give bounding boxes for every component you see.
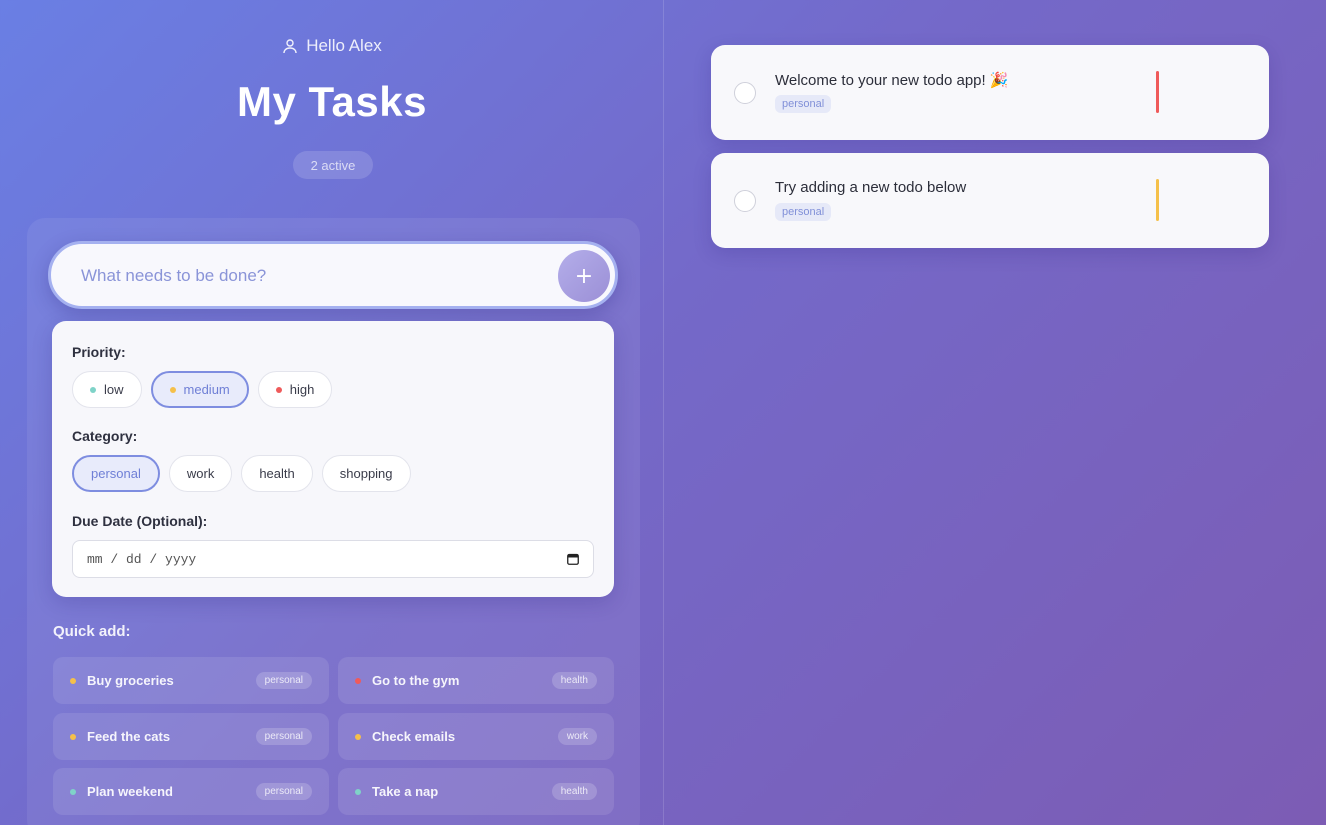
quick-add-label: Take a nap — [372, 784, 439, 799]
priority-low-dot — [90, 386, 96, 393]
priority-high-label: high — [289, 382, 315, 397]
priority-dot — [70, 733, 76, 740]
quick-add-tag: health — [551, 672, 597, 689]
quick-add-tag: personal — [255, 672, 312, 689]
due-date-placeholder: mm / dd / yyyy — [87, 551, 197, 567]
category-options: personal work health shopping — [72, 455, 411, 492]
priority-dot — [355, 677, 361, 684]
quick-add-label: Go to the gym — [372, 673, 460, 688]
todo-category-tag: personal — [775, 95, 832, 113]
active-count-badge: 2 active — [293, 151, 373, 179]
quick-add-label: Check emails — [372, 729, 456, 744]
todo-input-wrapper: + — [48, 241, 618, 309]
quick-add-label: Buy groceries — [87, 673, 174, 688]
priority-high-chip[interactable]: high — [257, 371, 333, 408]
priority-low-chip[interactable]: low — [72, 371, 142, 408]
quick-add-item[interactable]: Plan weekend personal — [53, 768, 329, 815]
priority-label: Priority: — [72, 344, 126, 360]
quick-add-item[interactable]: Feed the cats personal — [53, 713, 329, 760]
quick-add-item[interactable]: Check emails work — [338, 713, 614, 760]
add-todo-button[interactable]: + — [558, 250, 610, 302]
priority-high-dot — [275, 386, 282, 393]
quick-add-item[interactable]: Go to the gym health — [338, 657, 614, 704]
category-personal-label: personal — [91, 466, 141, 481]
category-personal-chip[interactable]: personal — [72, 455, 160, 492]
quick-add-label: Feed the cats — [87, 729, 171, 744]
priority-low-label: low — [104, 382, 124, 397]
priority-dot — [355, 788, 361, 795]
quick-add-item[interactable]: Buy groceries personal — [53, 657, 329, 704]
todo-input[interactable] — [81, 262, 541, 290]
priority-indicator — [1156, 71, 1159, 113]
task-options-card: Priority: low medium high Category: pers… — [52, 321, 614, 597]
quick-add-item[interactable]: Take a nap health — [338, 768, 614, 815]
category-work-chip[interactable]: work — [168, 455, 233, 492]
greeting: Hello Alex — [0, 36, 664, 56]
priority-medium-dot — [169, 386, 176, 393]
quick-add-label: Plan weekend — [87, 784, 173, 799]
todo-text: Try adding a new todo below — [775, 179, 967, 196]
page-title: My Tasks — [237, 78, 427, 125]
priority-dot — [355, 733, 361, 740]
calendar-icon[interactable] — [567, 553, 579, 565]
quick-add-tag: work — [557, 728, 597, 745]
category-work-label: work — [186, 466, 215, 481]
quick-add-title: Quick add: — [53, 623, 131, 640]
priority-medium-label: medium — [183, 382, 230, 397]
todo-card[interactable]: Welcome to your new todo app! 🎉 personal — [711, 45, 1269, 140]
category-label: Category: — [72, 428, 138, 444]
priority-medium-chip[interactable]: medium — [150, 371, 249, 408]
todo-text: Welcome to your new todo app! 🎉 — [775, 72, 1009, 89]
category-health-label: health — [259, 466, 295, 481]
todo-checkbox[interactable] — [734, 82, 756, 104]
quick-add-tag: personal — [255, 728, 312, 745]
priority-indicator — [1156, 179, 1159, 221]
due-date-label: Due Date (Optional): — [72, 513, 208, 529]
quick-add-tag: health — [551, 783, 597, 800]
priority-dot — [70, 677, 76, 684]
todo-category-tag: personal — [775, 203, 832, 221]
greeting-text: Hello Alex — [306, 36, 382, 55]
priority-dot — [70, 788, 76, 795]
priority-options: low medium high — [72, 371, 333, 408]
todo-checkbox[interactable] — [734, 190, 756, 212]
plus-icon: + — [574, 263, 594, 289]
due-date-input[interactable]: mm / dd / yyyy — [72, 540, 594, 578]
category-shopping-chip[interactable]: shopping — [321, 455, 411, 492]
category-health-chip[interactable]: health — [241, 455, 313, 492]
user-icon — [283, 39, 297, 54]
quick-add-tag: personal — [255, 783, 312, 800]
todo-card[interactable]: Try adding a new todo below personal — [711, 153, 1269, 248]
category-shopping-label: shopping — [339, 466, 393, 481]
